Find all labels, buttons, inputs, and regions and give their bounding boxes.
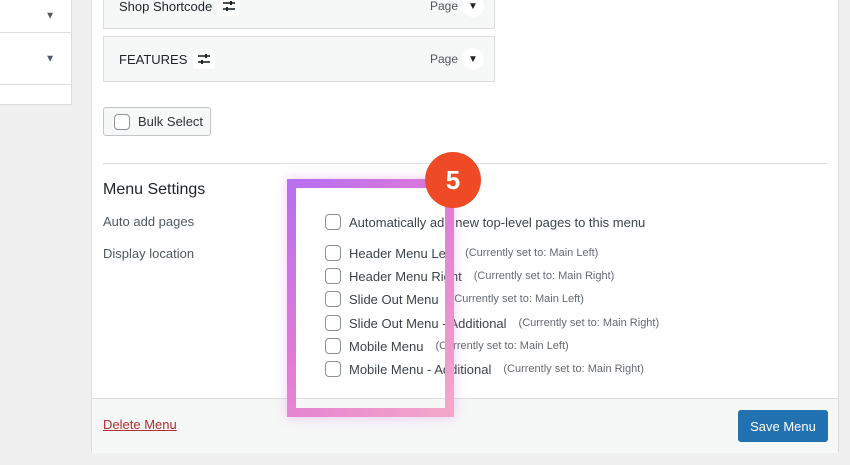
accordion-row[interactable]: ▼ <box>0 33 71 85</box>
step-badge: 5 <box>425 152 481 208</box>
triangle-down-icon[interactable]: ▼ <box>462 48 484 70</box>
accordion-row[interactable]: ▼ <box>0 0 71 33</box>
location-note: (Currently set to: Main Left) <box>435 340 569 352</box>
sliders-icon[interactable] <box>193 49 216 69</box>
menu-item-type: Page <box>429 0 458 13</box>
menu-item[interactable]: Shop Shortcode Page ▼ <box>103 0 495 29</box>
location-note: (Currently set to: Main Right) <box>518 317 660 329</box>
menu-item[interactable]: FEATURES Page ▼ <box>103 36 495 82</box>
sliders-icon[interactable] <box>218 0 241 16</box>
location-note: (Currently set to: Main Right) <box>473 270 615 282</box>
menu-settings-heading: Menu Settings <box>103 181 206 198</box>
triangle-down-icon[interactable]: ▼ <box>462 0 484 17</box>
auto-add-pages-label: Auto add pages <box>103 214 195 229</box>
location-note: (Currently set to: Main Left) <box>465 247 599 259</box>
location-note: (Currently set to: Main Right) <box>503 363 644 375</box>
menu-item-title: Shop Shortcode <box>119 0 213 14</box>
save-menu-button[interactable]: Save Menu <box>738 410 828 442</box>
menu-structure-panel: Shop Shortcode Page ▼ FEATURES Page ▼ Bu… <box>91 0 839 453</box>
menu-item-title: FEATURES <box>119 51 188 67</box>
bulk-select-checkbox[interactable] <box>114 113 130 130</box>
bulk-select-label: Bulk Select <box>138 114 204 129</box>
location-note: (Currently set to: Main Left) <box>450 293 584 305</box>
menu-footer: Delete Menu Save Menu <box>92 398 838 453</box>
highlight-box <box>287 179 454 417</box>
bulk-select-button[interactable]: Bulk Select <box>103 107 211 136</box>
menu-item-type: Page <box>429 52 458 66</box>
triangle-down-icon[interactable]: ▼ <box>45 11 55 22</box>
add-items-column: ▼ ▼ <box>0 0 72 105</box>
display-location-label: Display location <box>103 246 195 261</box>
triangle-down-icon[interactable]: ▼ <box>45 53 55 64</box>
delete-menu-link[interactable]: Delete Menu <box>103 417 177 432</box>
